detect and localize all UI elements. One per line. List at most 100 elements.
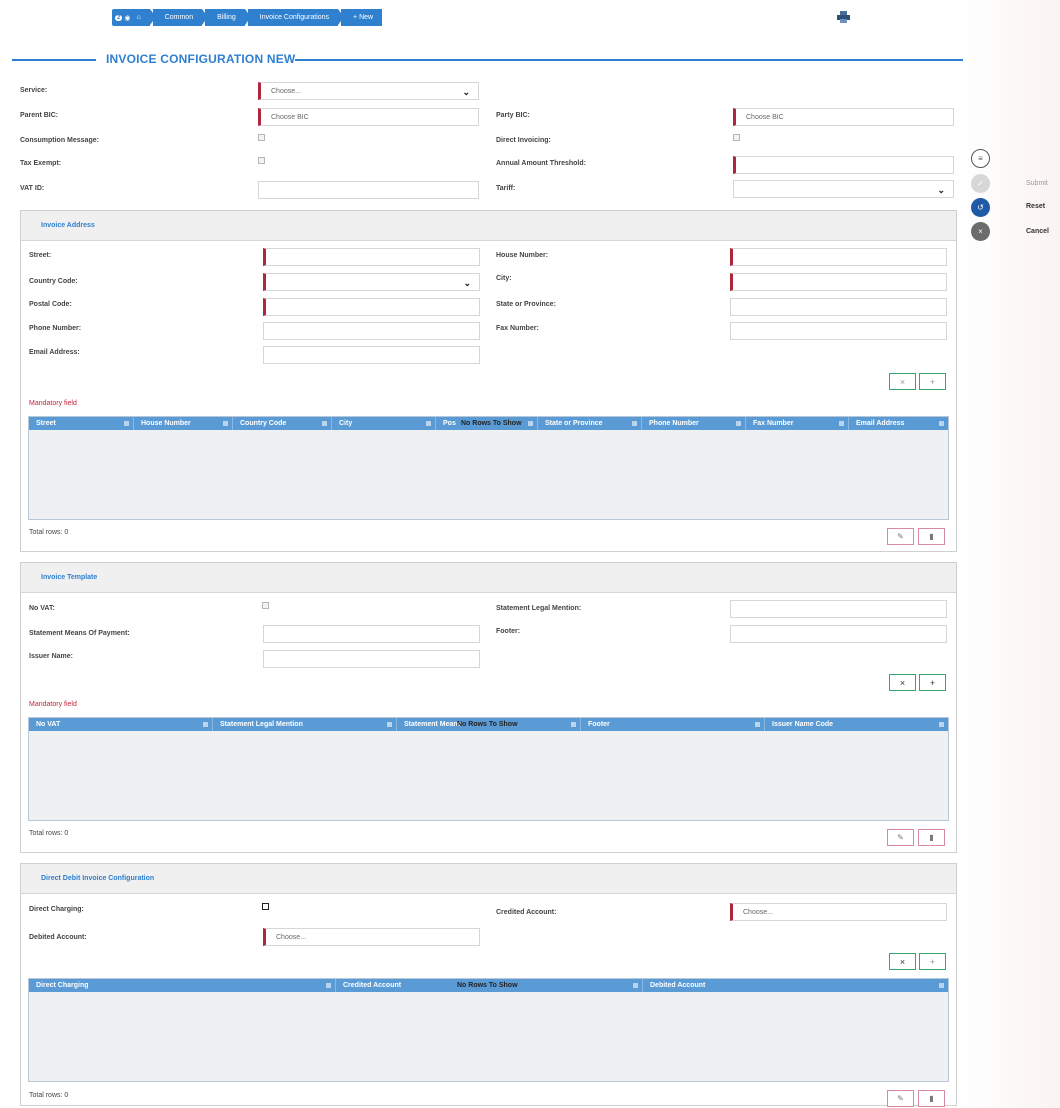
- service-select[interactable]: Choose... ⌄: [258, 82, 479, 100]
- column-menu-icon[interactable]: [736, 421, 741, 426]
- column-menu-icon[interactable]: [326, 983, 331, 988]
- clear-button[interactable]: ×: [889, 674, 916, 691]
- clear-button[interactable]: ×: [889, 953, 916, 970]
- column-legal-mention[interactable]: Statement Legal Mention: [213, 718, 397, 731]
- direct-invoicing-checkbox[interactable]: [733, 134, 740, 141]
- column-phone[interactable]: Phone Number: [642, 417, 746, 430]
- column-footer[interactable]: Footer: [581, 718, 765, 731]
- street-input[interactable]: [263, 248, 480, 266]
- clear-button[interactable]: ×: [889, 373, 916, 390]
- menu-button[interactable]: ≡: [971, 149, 990, 168]
- address-grid: Street House Number Country Code City Po…: [28, 416, 949, 520]
- submit-label: Submit: [1026, 180, 1048, 187]
- house-number-label: House Number:: [496, 252, 549, 259]
- means-payment-input[interactable]: [263, 625, 480, 643]
- printer-icon[interactable]: [836, 11, 851, 23]
- column-menu-icon[interactable]: [203, 722, 208, 727]
- debited-account-select[interactable]: Choose...: [263, 928, 480, 946]
- column-menu-icon[interactable]: [939, 421, 944, 426]
- submit-button[interactable]: ✓: [971, 174, 990, 193]
- column-menu-icon[interactable]: [387, 722, 392, 727]
- edit-button[interactable]: ✎: [887, 829, 914, 846]
- trash-icon: ▮: [929, 532, 934, 541]
- breadcrumb-new[interactable]: + New: [341, 9, 383, 26]
- breadcrumb-invoice-configurations[interactable]: Invoice Configurations: [247, 9, 345, 26]
- close-icon: ×: [978, 227, 983, 236]
- state-label: State or Province:: [496, 301, 556, 308]
- mandatory-field-note: Mandatory field: [29, 400, 77, 407]
- column-menu-icon[interactable]: [633, 983, 638, 988]
- column-menu-icon[interactable]: [939, 722, 944, 727]
- edit-button[interactable]: ✎: [887, 528, 914, 545]
- country-code-select[interactable]: ⌄: [263, 273, 480, 291]
- column-menu-icon[interactable]: [571, 722, 576, 727]
- party-bic-placeholder: Choose BIC: [746, 113, 784, 121]
- add-button[interactable]: +: [919, 953, 946, 970]
- party-bic-input[interactable]: Choose BIC: [733, 108, 954, 126]
- issuer-input[interactable]: [263, 650, 480, 668]
- direct-debit-header: Direct Debit Invoice Configuration: [21, 864, 956, 894]
- column-house-number[interactable]: House Number: [134, 417, 233, 430]
- tax-exempt-checkbox[interactable]: [258, 157, 265, 164]
- tab-count-badge: 2: [115, 14, 123, 21]
- no-vat-checkbox[interactable]: [262, 602, 269, 609]
- direct-charging-checkbox[interactable]: [262, 903, 269, 910]
- column-menu-icon[interactable]: [426, 421, 431, 426]
- tariff-label: Tariff:: [496, 185, 516, 192]
- tariff-select[interactable]: ⌄: [733, 180, 954, 198]
- invoice-template-header: Invoice Template: [21, 563, 956, 593]
- footer-label: Footer:: [496, 628, 521, 635]
- delete-button[interactable]: ▮: [918, 1090, 945, 1107]
- delete-button[interactable]: ▮: [918, 829, 945, 846]
- footer-input[interactable]: [730, 625, 947, 643]
- plus-icon: +: [929, 376, 936, 387]
- column-menu-icon[interactable]: [322, 421, 327, 426]
- consumption-message-checkbox[interactable]: [258, 134, 265, 141]
- delete-button[interactable]: ▮: [918, 528, 945, 545]
- add-button[interactable]: +: [919, 373, 946, 390]
- column-menu-icon[interactable]: [939, 983, 944, 988]
- reset-button[interactable]: ↺: [971, 198, 990, 217]
- column-direct-charging[interactable]: Direct Charging: [29, 979, 336, 992]
- no-vat-label: No VAT:: [29, 605, 55, 612]
- fax-input[interactable]: [730, 322, 947, 340]
- column-issuer-name-code[interactable]: Issuer Name Code: [765, 718, 948, 731]
- column-street[interactable]: Street: [29, 417, 134, 430]
- email-input[interactable]: [263, 346, 480, 364]
- parent-bic-input[interactable]: Choose BIC: [258, 108, 479, 126]
- column-city[interactable]: City: [332, 417, 436, 430]
- mandatory-field-note: Mandatory field: [29, 701, 77, 708]
- state-input[interactable]: [730, 298, 947, 316]
- edit-button[interactable]: ✎: [887, 1090, 914, 1107]
- legal-mention-input[interactable]: [730, 600, 947, 618]
- add-button[interactable]: +: [919, 674, 946, 691]
- pencil-icon: ✎: [897, 1094, 904, 1103]
- breadcrumb-billing[interactable]: Billing: [205, 9, 251, 26]
- city-input[interactable]: [730, 273, 947, 291]
- column-menu-icon[interactable]: [528, 421, 533, 426]
- column-menu-icon[interactable]: [223, 421, 228, 426]
- vat-id-input[interactable]: [258, 181, 479, 199]
- column-fax[interactable]: Fax Number: [746, 417, 849, 430]
- annual-threshold-input[interactable]: [733, 156, 954, 174]
- postal-code-input[interactable]: [263, 298, 480, 316]
- column-no-vat[interactable]: No VAT: [29, 718, 213, 731]
- cancel-button[interactable]: ×: [971, 222, 990, 241]
- party-bic-label: Party BIC:: [496, 112, 530, 119]
- city-label: City:: [496, 275, 512, 282]
- column-menu-icon[interactable]: [124, 421, 129, 426]
- column-menu-icon[interactable]: [839, 421, 844, 426]
- column-debited-account[interactable]: Debited Account: [643, 979, 948, 992]
- total-rows: Total rows: 0: [29, 830, 69, 837]
- column-menu-icon[interactable]: [755, 722, 760, 727]
- breadcrumb-home[interactable]: 2 ◉ ⌂: [112, 9, 156, 26]
- credited-account-select[interactable]: Choose...: [730, 903, 947, 921]
- house-number-input[interactable]: [730, 248, 947, 266]
- column-state[interactable]: State or Province: [538, 417, 642, 430]
- breadcrumb-common[interactable]: Common: [152, 9, 209, 26]
- column-country-code[interactable]: Country Code: [233, 417, 332, 430]
- phone-input[interactable]: [263, 322, 480, 340]
- column-email[interactable]: Email Address: [849, 417, 948, 430]
- column-menu-icon[interactable]: [632, 421, 637, 426]
- title-rule-right: [295, 59, 963, 61]
